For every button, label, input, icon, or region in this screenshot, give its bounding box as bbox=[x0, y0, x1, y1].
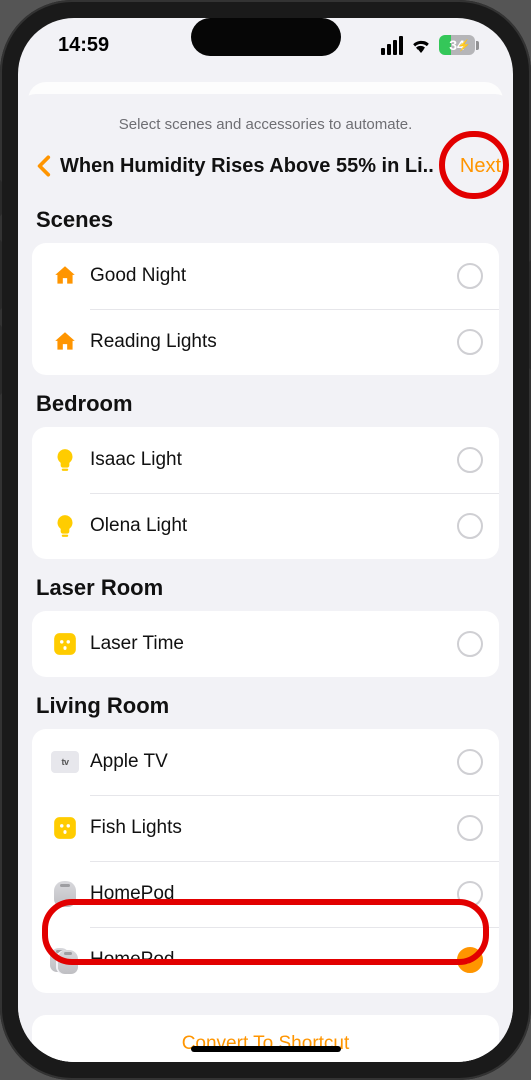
room-heading: Laser Room bbox=[36, 575, 499, 601]
nav-title: When Humidity Rises Above 55% in Li.. bbox=[58, 155, 460, 178]
selection-radio[interactable] bbox=[457, 881, 483, 907]
outlet-icon bbox=[48, 811, 82, 845]
room-heading: Living Room bbox=[36, 693, 499, 719]
scenes-heading: Scenes bbox=[36, 207, 499, 233]
home-indicator[interactable] bbox=[191, 1046, 341, 1052]
house-icon bbox=[48, 259, 82, 293]
row-label: Apple TV bbox=[82, 751, 457, 773]
accessory-row[interactable]: Fish Lights bbox=[32, 795, 499, 861]
homepod-pair-icon bbox=[48, 943, 82, 977]
wifi-icon bbox=[410, 37, 432, 53]
selection-radio[interactable]: ✓ bbox=[457, 947, 483, 973]
accessory-row[interactable]: HomePod bbox=[32, 861, 499, 927]
house-icon bbox=[48, 325, 82, 359]
row-label: HomePod bbox=[82, 883, 457, 905]
row-label: Fish Lights bbox=[82, 817, 457, 839]
accessory-row[interactable]: Laser Time bbox=[32, 611, 499, 677]
accessory-row[interactable]: HomePod✓ bbox=[32, 927, 499, 993]
row-label: Olena Light bbox=[82, 515, 457, 537]
room-heading: Bedroom bbox=[36, 391, 499, 417]
convert-to-shortcut-button[interactable]: Convert To Shortcut bbox=[32, 1015, 499, 1062]
selection-radio[interactable] bbox=[457, 513, 483, 539]
row-label: Isaac Light bbox=[82, 449, 457, 471]
next-button[interactable]: Next bbox=[460, 155, 503, 178]
row-label: Laser Time bbox=[82, 633, 457, 655]
homepod-icon bbox=[48, 877, 82, 911]
status-time: 14:59 bbox=[58, 34, 109, 57]
signal-icon bbox=[381, 36, 403, 55]
battery-icon: 34⚡ bbox=[439, 35, 479, 55]
outlet-icon bbox=[48, 627, 82, 661]
selection-radio[interactable] bbox=[457, 447, 483, 473]
selection-radio[interactable] bbox=[457, 631, 483, 657]
scene-row[interactable]: Reading Lights bbox=[32, 309, 499, 375]
selection-radio[interactable] bbox=[457, 749, 483, 775]
lightbulb-icon bbox=[48, 443, 82, 477]
back-chevron-icon[interactable] bbox=[32, 153, 58, 179]
row-label: Good Night bbox=[82, 265, 457, 287]
accessory-row[interactable]: tvApple TV bbox=[32, 729, 499, 795]
selection-radio[interactable] bbox=[457, 329, 483, 355]
apple-tv-icon: tv bbox=[48, 745, 82, 779]
selection-radio[interactable] bbox=[457, 263, 483, 289]
lightbulb-icon bbox=[48, 509, 82, 543]
accessory-row[interactable]: Olena Light bbox=[32, 493, 499, 559]
selection-radio[interactable] bbox=[457, 815, 483, 841]
row-label: Reading Lights bbox=[82, 331, 457, 353]
accessory-row[interactable]: Isaac Light bbox=[32, 427, 499, 493]
row-label: HomePod bbox=[82, 949, 457, 971]
instruction-text: Select scenes and accessories to automat… bbox=[18, 110, 513, 147]
scene-row[interactable]: Good Night bbox=[32, 243, 499, 309]
